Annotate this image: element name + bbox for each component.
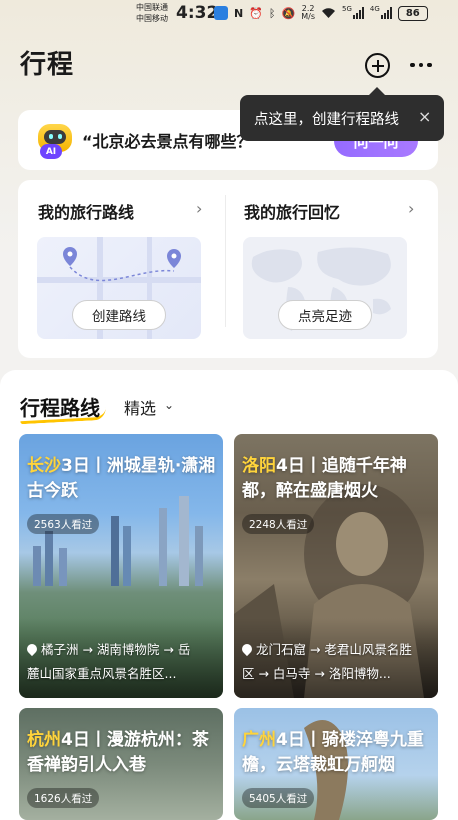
location-pin-icon (167, 249, 181, 268)
location-pin-icon (24, 641, 40, 657)
status-icons: N ⏰ ᛒ 🔕 2.2 M/s 5G 4G 86 (214, 5, 428, 21)
signal-2-label: 4G (369, 5, 380, 13)
status-bar: 中国联通 中国移动 4:32 N ⏰ ᛒ 🔕 2.2 M/s 5G 4G 86 (0, 0, 458, 28)
route-title: 长沙3日丨洲城星轨·潇湘古今跃 (27, 454, 219, 504)
route-line-1: 龙门石窟 → 老君山风景名胜 (256, 642, 412, 657)
views-badge: 2563人看过 (27, 514, 100, 534)
chevron-right-icon[interactable]: › (408, 199, 414, 218)
views-badge: 2248人看过 (242, 514, 315, 534)
battery-level: 86 (405, 7, 420, 19)
mute-icon: 🔕 (281, 6, 296, 20)
route-card-guangzhou[interactable]: 广州4日丨骑楼淬粤九重檐，云塔裁虹万舸烟 5405人看过 (234, 708, 438, 820)
route-line-1: 橘子洲 → 湖南博物院 → 岳 (41, 642, 191, 657)
route-stops: 橘子洲 → 湖南博物院 → 岳 麓山国家重点风景名胜区... (24, 638, 219, 686)
create-route-tooltip[interactable]: 点这里，创建行程路线 × (240, 87, 444, 141)
battery-icon: 86 (397, 5, 428, 21)
route-stops: 龙门石窟 → 老君山风景名胜 区 → 白马寺 → 洛阳博物... (239, 638, 434, 686)
light-footprints-button[interactable]: 点亮足迹 (278, 300, 372, 330)
app-notification-icon (214, 5, 228, 21)
more-icon[interactable] (410, 58, 436, 72)
divider (225, 195, 226, 327)
bluetooth-icon: ᛒ (268, 6, 276, 20)
route-city: 长沙 (27, 456, 61, 476)
views-badge: 1626人看过 (27, 788, 100, 808)
net-speed: 2.2 M/s (301, 5, 315, 21)
route-line-2: 麓山国家重点风景名胜区... (27, 666, 177, 681)
ai-question-text[interactable]: “北京必去景点有哪些？” (82, 128, 263, 152)
nfc-icon: N (234, 6, 244, 20)
location-pin-icon (63, 247, 77, 266)
status-time: 4:32 (176, 3, 219, 23)
signal-1-label: 5G (342, 5, 352, 13)
route-card-luoyang[interactable]: 洛阳4日丨追随千年神都，醉在盛唐烟火 2248人看过 龙门石窟 → 老君山风景名… (234, 434, 438, 698)
route-card-changsha[interactable]: 长沙3日丨洲城星轨·潇湘古今跃 2563人看过 橘子洲 → 湖南博物院 → 岳 … (19, 434, 223, 698)
carrier-1: 中国联通 (136, 3, 168, 12)
route-card-hangzhou[interactable]: 杭州4日丨漫游杭州：茶香禅韵引人入巷 1626人看过 (19, 708, 223, 820)
net-speed-unit: M/s (301, 12, 315, 21)
page-title: 行程 (20, 50, 75, 80)
alarm-icon: ⏰ (249, 6, 263, 20)
location-pin-icon (239, 641, 255, 657)
route-city: 杭州 (27, 730, 61, 750)
route-title: 广州4日丨骑楼淬粤九重檐，云塔裁虹万舸烟 (242, 728, 434, 778)
filter-dropdown[interactable]: 精选 (124, 395, 156, 419)
signal-5g-icon: 5G (342, 5, 364, 21)
carrier-labels: 中国联通 中国移动 (136, 2, 168, 24)
my-routes-title[interactable]: 我的旅行路线 (38, 199, 134, 223)
ai-badge: AI (40, 144, 62, 159)
chevron-down-icon[interactable]: ⌄ (164, 398, 174, 412)
views-badge: 5405人看过 (242, 788, 315, 808)
signal-4g-icon: 4G (370, 5, 392, 21)
route-title: 洛阳4日丨追随千年神都，醉在盛唐烟火 (242, 454, 434, 504)
section-title: 行程路线 (20, 396, 100, 420)
route-line-2: 区 → 白马寺 → 洛阳博物... (242, 666, 391, 681)
tooltip-text: 点这里，创建行程路线 (254, 112, 399, 128)
route-city: 广州 (242, 730, 276, 750)
chevron-right-icon[interactable]: › (196, 199, 202, 218)
add-icon[interactable] (365, 53, 390, 78)
route-title: 杭州4日丨漫游杭州：茶香禅韵引人入巷 (27, 728, 219, 778)
carrier-2: 中国移动 (136, 14, 168, 23)
my-memories-title[interactable]: 我的旅行回忆 (244, 199, 340, 223)
route-city: 洛阳 (242, 456, 276, 476)
create-route-button[interactable]: 创建路线 (72, 300, 166, 330)
close-icon[interactable]: × (418, 107, 431, 126)
wifi-icon (321, 5, 336, 21)
